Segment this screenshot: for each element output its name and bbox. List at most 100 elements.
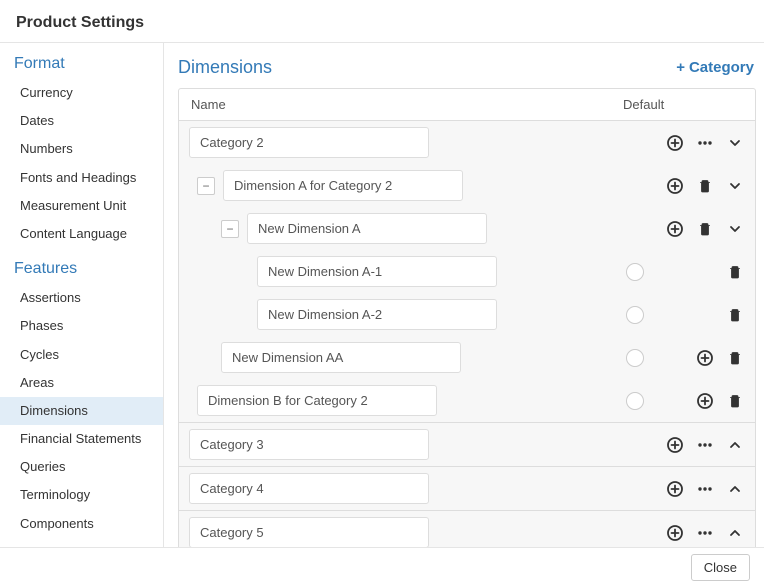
sidebar-item-queries[interactable]: Queries (0, 453, 163, 481)
category-group (179, 510, 755, 547)
default-radio[interactable] (626, 306, 644, 324)
name-input[interactable] (257, 256, 497, 287)
chevron-up-icon[interactable] (725, 523, 745, 543)
row-actions (665, 133, 745, 153)
chevron-down-icon[interactable] (725, 176, 745, 196)
default-radio[interactable] (626, 263, 644, 281)
trash-icon[interactable] (695, 176, 715, 196)
row-actions (665, 176, 745, 196)
sidebar-section-title: Format (0, 43, 163, 79)
add-icon[interactable] (665, 133, 685, 153)
name-input[interactable] (189, 127, 429, 158)
chevron-down-icon[interactable] (725, 219, 745, 239)
default-cell (605, 349, 665, 367)
more-icon[interactable] (695, 523, 715, 543)
table-row: − (179, 164, 755, 207)
close-button[interactable]: Close (691, 554, 750, 581)
name-input[interactable] (189, 517, 429, 547)
add-icon[interactable] (695, 391, 715, 411)
default-cell (605, 263, 665, 281)
more-icon[interactable] (695, 435, 715, 455)
table-row (179, 379, 755, 422)
page-title: Product Settings (16, 14, 748, 32)
name-input[interactable] (189, 473, 429, 504)
table-row (179, 511, 755, 547)
sidebar-item-phases[interactable]: Phases (0, 312, 163, 340)
main-panel[interactable]: Dimensions + Category Name Default −− (164, 43, 764, 547)
trash-icon[interactable] (725, 348, 745, 368)
more-icon[interactable] (695, 479, 715, 499)
name-input[interactable] (197, 385, 437, 416)
sidebar-item-currency[interactable]: Currency (0, 79, 163, 107)
sidebar-item-financial-statements[interactable]: Financial Statements (0, 425, 163, 453)
add-icon[interactable] (665, 523, 685, 543)
sidebar-item-cycles[interactable]: Cycles (0, 341, 163, 369)
trash-icon[interactable] (695, 219, 715, 239)
category-group: −− (179, 121, 755, 422)
chevron-up-icon[interactable] (725, 435, 745, 455)
dialog-header: Product Settings (0, 0, 764, 43)
add-category-button[interactable]: + Category (676, 59, 754, 76)
name-input[interactable] (223, 170, 463, 201)
plus-icon: + (676, 59, 685, 76)
add-icon[interactable] (665, 479, 685, 499)
add-icon[interactable] (665, 176, 685, 196)
row-actions (665, 219, 745, 239)
sidebar-item-numbers[interactable]: Numbers (0, 135, 163, 163)
sidebar-item-dates[interactable]: Dates (0, 107, 163, 135)
sidebar-item-content-language[interactable]: Content Language (0, 220, 163, 248)
default-radio[interactable] (626, 349, 644, 367)
default-radio[interactable] (626, 392, 644, 410)
table-row (179, 121, 755, 164)
table-row (179, 293, 755, 336)
default-cell (605, 306, 665, 324)
collapse-button[interactable]: − (221, 220, 239, 238)
sidebar[interactable]: FormatCurrencyDatesNumbersFonts and Head… (0, 43, 164, 547)
row-actions (665, 523, 745, 543)
add-icon[interactable] (665, 219, 685, 239)
add-icon[interactable] (695, 348, 715, 368)
main-title: Dimensions (178, 57, 272, 78)
sidebar-section-title: Features (0, 248, 163, 284)
sidebar-item-measurement-unit[interactable]: Measurement Unit (0, 192, 163, 220)
column-name: Name (191, 97, 623, 112)
row-actions (665, 262, 745, 282)
table-row (179, 250, 755, 293)
row-actions (665, 391, 745, 411)
name-input[interactable] (247, 213, 487, 244)
add-category-label: Category (689, 59, 754, 76)
sidebar-item-fonts-and-headings[interactable]: Fonts and Headings (0, 164, 163, 192)
sidebar-item-assertions[interactable]: Assertions (0, 284, 163, 312)
more-icon[interactable] (695, 133, 715, 153)
add-icon[interactable] (665, 435, 685, 455)
trash-icon[interactable] (725, 305, 745, 325)
sidebar-item-documents[interactable]: Documents (0, 538, 163, 547)
category-group (179, 422, 755, 466)
dialog-footer: Close (0, 547, 764, 587)
trash-icon[interactable] (725, 391, 745, 411)
dimensions-table: Name Default −− (178, 88, 756, 547)
table-row: − (179, 207, 755, 250)
sidebar-item-areas[interactable]: Areas (0, 369, 163, 397)
sidebar-item-components[interactable]: Components (0, 510, 163, 538)
table-row (179, 423, 755, 466)
row-actions (665, 479, 745, 499)
sidebar-item-dimensions[interactable]: Dimensions (0, 397, 163, 425)
category-group (179, 466, 755, 510)
table-head: Name Default (179, 89, 755, 121)
column-default: Default (623, 97, 743, 112)
collapse-button[interactable]: − (197, 177, 215, 195)
chevron-down-icon[interactable] (725, 133, 745, 153)
name-input[interactable] (189, 429, 429, 460)
row-actions (665, 435, 745, 455)
table-row (179, 467, 755, 510)
sidebar-item-terminology[interactable]: Terminology (0, 481, 163, 509)
row-actions (665, 305, 745, 325)
default-cell (605, 392, 665, 410)
row-actions (665, 348, 745, 368)
name-input[interactable] (257, 299, 497, 330)
name-input[interactable] (221, 342, 461, 373)
trash-icon[interactable] (725, 262, 745, 282)
table-row (179, 336, 755, 379)
chevron-up-icon[interactable] (725, 479, 745, 499)
